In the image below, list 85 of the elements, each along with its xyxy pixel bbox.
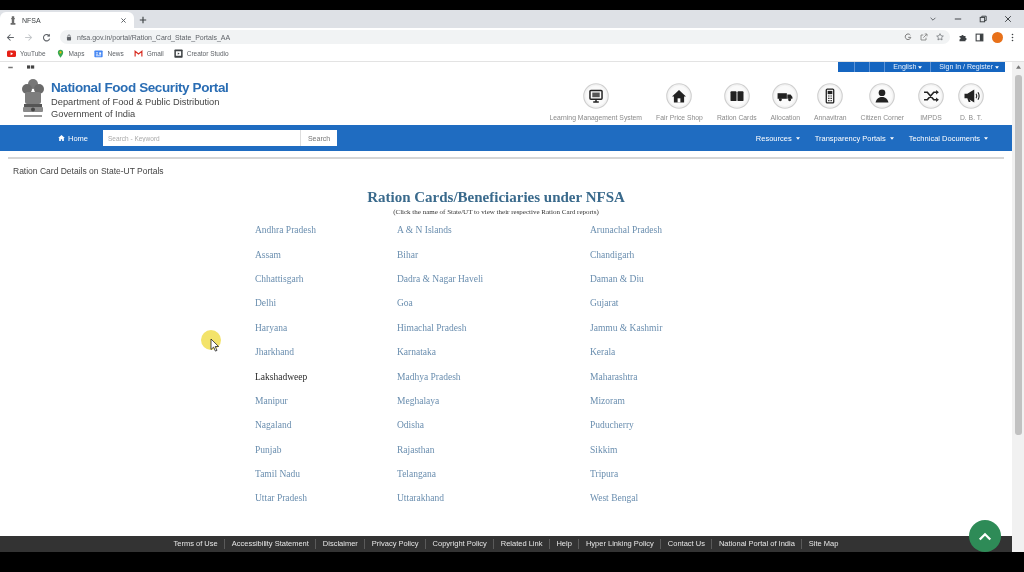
page-heading: Ration Card Details on State-UT Portals bbox=[13, 165, 165, 177]
home-icon bbox=[58, 135, 65, 141]
portal-title: National Food Security Portal bbox=[51, 80, 229, 96]
state-link[interactable]: West Bengal bbox=[590, 492, 639, 505]
lock-icon[interactable] bbox=[66, 33, 72, 41]
play-icon bbox=[7, 49, 16, 58]
megaphone-icon bbox=[958, 83, 984, 109]
chevron-down-icon[interactable] bbox=[929, 15, 937, 23]
state-link[interactable]: Telangana bbox=[397, 468, 436, 481]
state-link[interactable]: Maharashtra bbox=[590, 370, 638, 383]
state-link[interactable]: Odisha bbox=[397, 419, 424, 432]
state-link[interactable]: Tamil Nadu bbox=[255, 468, 300, 481]
state-link[interactable]: Sikkim bbox=[590, 443, 618, 456]
play-square-icon bbox=[173, 49, 183, 58]
state-link[interactable]: Himachal Pradesh bbox=[397, 321, 467, 334]
shuffle-icon bbox=[918, 83, 944, 109]
minus-icon[interactable] bbox=[8, 65, 13, 69]
minimize-icon[interactable] bbox=[954, 15, 962, 23]
scrollbar-thumb[interactable] bbox=[1014, 75, 1022, 435]
share-icon[interactable] bbox=[920, 33, 928, 41]
state-link[interactable]: Uttarakhand bbox=[397, 492, 444, 505]
puzzle-icon[interactable] bbox=[958, 32, 967, 42]
arc-icon[interactable] bbox=[904, 33, 912, 41]
caret-icon bbox=[889, 136, 894, 140]
caret-icon bbox=[795, 136, 800, 140]
department-name: Department of Food & Public Distribution bbox=[51, 96, 221, 108]
state-link[interactable]: Andhra Pradesh bbox=[255, 224, 316, 237]
chevron-up-icon bbox=[978, 531, 992, 541]
close-icon[interactable] bbox=[120, 16, 127, 24]
state-link[interactable]: Daman & Diu bbox=[590, 272, 644, 285]
caret-up-icon[interactable] bbox=[1015, 65, 1021, 69]
person-icon bbox=[869, 83, 896, 109]
monitor-icon bbox=[582, 83, 609, 109]
card-machine-icon bbox=[817, 83, 844, 109]
house-icon bbox=[666, 83, 693, 109]
state-link[interactable]: Karnataka bbox=[397, 346, 437, 359]
cursor-icon bbox=[201, 330, 223, 354]
state-link[interactable]: Jammu & Kashmir bbox=[590, 321, 663, 334]
state-link[interactable]: Bihar bbox=[397, 248, 419, 261]
restore-icon[interactable] bbox=[979, 15, 987, 23]
scrollbar[interactable] bbox=[1012, 62, 1024, 552]
caret-icon bbox=[984, 136, 988, 140]
side-panel-icon[interactable] bbox=[975, 32, 984, 42]
government-name: Government of India bbox=[51, 108, 137, 120]
state-link[interactable]: Haryana bbox=[255, 321, 288, 334]
state-link[interactable]: Manipur bbox=[255, 394, 288, 407]
state-link[interactable]: Delhi bbox=[255, 297, 277, 310]
truck-icon bbox=[772, 83, 799, 109]
state-link[interactable]: A & N Islands bbox=[397, 224, 452, 237]
star-icon[interactable] bbox=[936, 33, 944, 41]
state-link[interactable]: Chandigarh bbox=[590, 248, 635, 261]
state-link[interactable]: Meghalaya bbox=[397, 394, 440, 407]
state-link[interactable]: Puducherry bbox=[590, 419, 634, 432]
newspaper-icon bbox=[94, 49, 104, 58]
state-link[interactable]: Madhya Pradesh bbox=[397, 370, 461, 383]
emblem-icon bbox=[20, 78, 46, 120]
state-link[interactable]: Mizoram bbox=[590, 394, 625, 407]
state-link[interactable]: Assam bbox=[255, 248, 281, 261]
pin-icon bbox=[55, 49, 65, 58]
scroll-top-button[interactable] bbox=[969, 520, 1001, 552]
book-icon bbox=[723, 83, 750, 109]
state-link[interactable]: Jharkhand bbox=[255, 346, 295, 359]
state-link[interactable]: Nagaland bbox=[255, 419, 292, 432]
back-icon[interactable] bbox=[6, 32, 15, 42]
state-link[interactable]: Lakshadweep bbox=[255, 370, 308, 383]
section-title: Ration Cards/Beneficiaries under NFSA bbox=[366, 188, 626, 206]
state-link[interactable]: Rajasthan bbox=[397, 443, 435, 456]
caret-icon bbox=[918, 65, 923, 69]
avatar-icon[interactable] bbox=[992, 31, 1003, 43]
state-link[interactable]: Arunachal Pradesh bbox=[590, 224, 662, 237]
envelope-icon bbox=[133, 49, 143, 58]
close-icon[interactable] bbox=[1004, 15, 1012, 23]
blocks-icon[interactable] bbox=[27, 65, 35, 69]
state-link[interactable]: Chhattisgarh bbox=[255, 272, 304, 285]
state-link[interactable]: Gujarat bbox=[590, 297, 619, 310]
state-link[interactable]: Punjab bbox=[255, 443, 282, 456]
plus-icon[interactable] bbox=[139, 16, 147, 24]
reload-icon[interactable] bbox=[42, 32, 51, 42]
state-link[interactable]: Tripura bbox=[590, 468, 619, 481]
emblem-icon bbox=[10, 15, 16, 25]
state-link[interactable]: Uttar Pradesh bbox=[255, 492, 307, 505]
state-link[interactable]: Goa bbox=[397, 297, 413, 310]
state-link[interactable]: Kerala bbox=[590, 346, 616, 359]
state-link[interactable]: Dadra & Nagar Haveli bbox=[397, 272, 484, 285]
caret-icon bbox=[995, 65, 999, 69]
